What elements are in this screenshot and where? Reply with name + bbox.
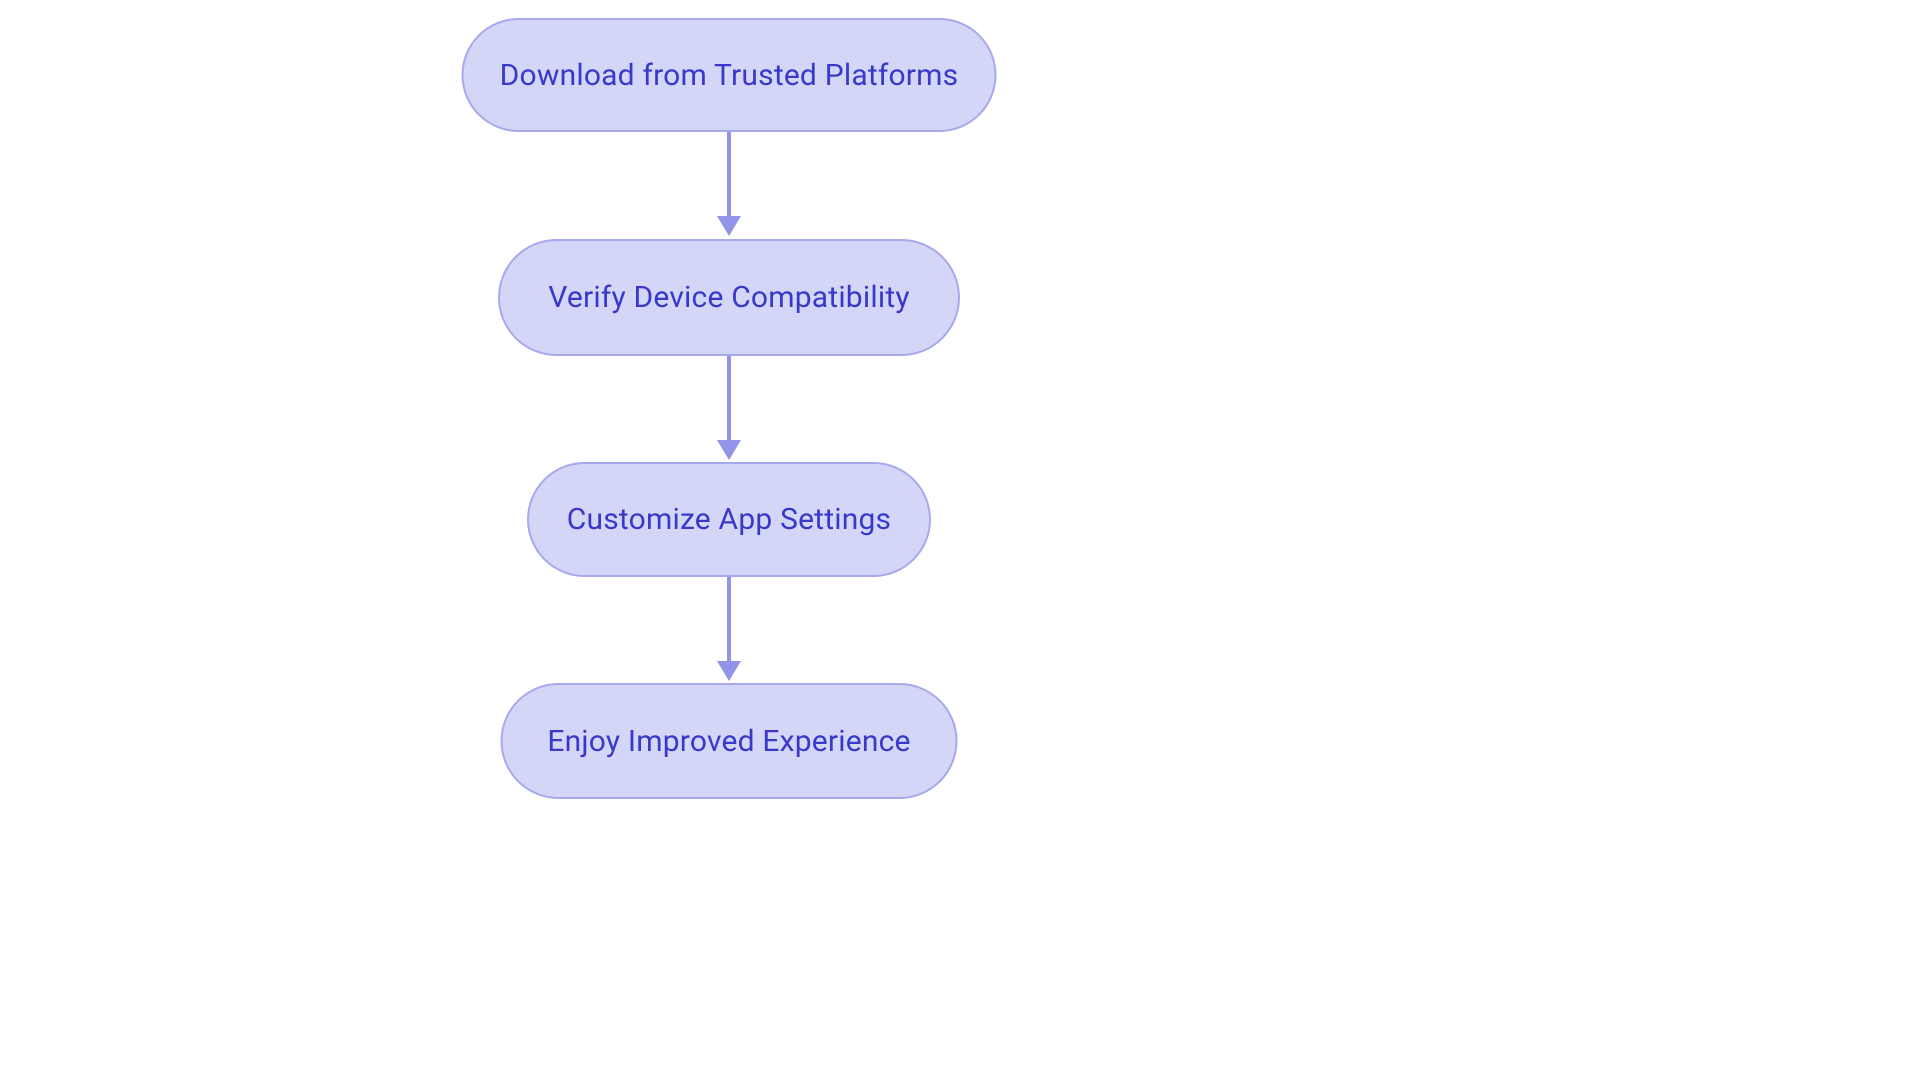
- flow-node-label: Customize App Settings: [567, 502, 891, 537]
- flow-node-customize: Customize App Settings: [527, 462, 931, 577]
- arrow-shaft: [727, 356, 731, 441]
- flow-node-enjoy: Enjoy Improved Experience: [501, 683, 958, 799]
- flow-arrow: [717, 356, 741, 460]
- arrow-head-icon: [717, 661, 741, 681]
- flow-node-label: Enjoy Improved Experience: [547, 724, 910, 759]
- flowchart-canvas: Download from Trusted Platforms Verify D…: [0, 0, 1920, 1083]
- flow-arrow: [717, 132, 741, 236]
- flow-arrow: [717, 577, 741, 681]
- flow-node-verify: Verify Device Compatibility: [498, 239, 960, 356]
- arrow-head-icon: [717, 216, 741, 236]
- flow-node-label: Verify Device Compatibility: [548, 280, 910, 315]
- arrow-shaft: [727, 577, 731, 662]
- arrow-shaft: [727, 132, 731, 217]
- arrow-head-icon: [717, 440, 741, 460]
- flow-node-label: Download from Trusted Platforms: [500, 58, 959, 93]
- flow-node-download: Download from Trusted Platforms: [462, 18, 997, 132]
